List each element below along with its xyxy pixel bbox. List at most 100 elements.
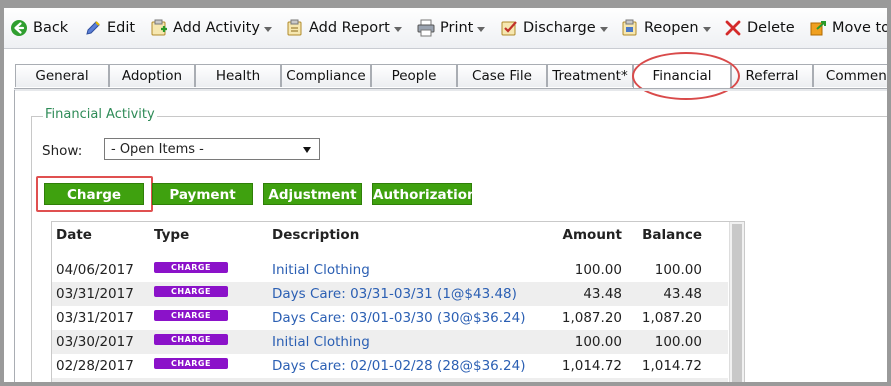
tab-referral[interactable]: Referral	[731, 64, 813, 87]
payment-button[interactable]: Payment	[152, 183, 253, 205]
table-row[interactable]: 03/31/2017 CHARGE Days Care: 03/31-03/31…	[52, 282, 728, 306]
cell-type: CHARGE	[154, 330, 234, 354]
back-label: Back	[33, 20, 69, 36]
cell-amount: 1,087.20	[561, 310, 622, 326]
toolbar: Back Edit Add Activity Add Report Print …	[4, 8, 887, 49]
discharge-checklist-icon	[500, 19, 518, 37]
delete-button[interactable]: Delete	[724, 17, 795, 39]
cell-description-link[interactable]: Days Care: 03/31-03/31 (1@$43.48)	[272, 282, 517, 306]
charge-badge: CHARGE	[154, 334, 228, 345]
cell-balance: 1,014.72	[641, 358, 702, 374]
move-to-label: Move to	[832, 20, 887, 36]
print-label: Print	[440, 20, 474, 36]
cell-type: CHARGE	[154, 258, 234, 282]
cell-amount: 1,014.72	[561, 358, 622, 374]
edit-label: Edit	[107, 20, 136, 36]
tab-adoption[interactable]: Adoption	[109, 64, 195, 87]
cell-balance: 1,087.20	[641, 310, 702, 326]
table-scrollbar[interactable]	[729, 222, 744, 382]
financial-activity-legend: Financial Activity	[43, 107, 157, 122]
tab-case-file[interactable]: Case File	[457, 64, 547, 87]
discharge-label: Discharge	[523, 20, 596, 36]
move-to-icon	[809, 19, 827, 37]
cell-date: 03/31/2017	[56, 310, 134, 326]
scrollbar-thumb[interactable]	[732, 224, 742, 382]
cell-description-link[interactable]: Initial Clothing	[272, 258, 370, 282]
header-date[interactable]: Date	[56, 222, 92, 248]
charge-badge: CHARGE	[154, 286, 228, 297]
cell-type: CHARGE	[154, 378, 234, 382]
show-label: Show:	[42, 143, 83, 159]
edit-button[interactable]: Edit	[84, 17, 135, 39]
charge-button-highlight	[36, 176, 153, 212]
table-row[interactable]: CHARGE	[52, 378, 728, 382]
table-row[interactable]: 03/30/2017 CHARGE Initial Clothing 100.0…	[52, 330, 728, 354]
cell-type: CHARGE	[154, 354, 234, 378]
tab-general[interactable]: General	[15, 64, 109, 87]
adjustment-button[interactable]: Adjustment	[263, 183, 362, 205]
header-amount[interactable]: Amount	[552, 222, 622, 248]
header-description[interactable]: Description	[272, 222, 359, 248]
table-row[interactable]: 04/06/2017 CHARGE Initial Clothing 100.0…	[52, 258, 728, 282]
add-activity-label: Add Activity	[173, 20, 260, 36]
chevron-down-icon	[702, 27, 711, 32]
chevron-down-icon	[393, 27, 402, 32]
charge-badge: CHARGE	[154, 262, 228, 273]
cell-date: 02/28/2017	[56, 358, 134, 374]
show-filter-value: - Open Items -	[111, 142, 204, 157]
reopen-label: Reopen	[644, 20, 699, 36]
cell-description-link[interactable]: Days Care: 03/01-03/30 (30@$36.24)	[272, 306, 526, 330]
reopen-menu[interactable]: Reopen	[621, 17, 711, 39]
edit-pencil-icon	[84, 19, 102, 37]
financial-panel: Financial Activity Show: - Open Items - …	[14, 90, 887, 382]
header-balance[interactable]: Balance	[632, 222, 702, 248]
cell-date: 03/30/2017	[56, 334, 134, 350]
cell-balance: 43.48	[663, 286, 702, 302]
financial-table: Date Type Description Amount Balance 04/…	[51, 221, 745, 382]
delete-label: Delete	[747, 20, 795, 36]
discharge-menu[interactable]: Discharge	[500, 17, 608, 39]
cell-amount: 100.00	[574, 262, 622, 278]
chevron-down-icon	[599, 27, 608, 32]
tab-treatment[interactable]: Treatment*	[547, 64, 633, 87]
back-arrow-icon	[10, 19, 28, 37]
add-activity-menu[interactable]: Add Activity	[150, 17, 272, 39]
printer-icon	[417, 19, 435, 37]
header-type[interactable]: Type	[154, 222, 189, 248]
cell-balance: 100.00	[654, 334, 702, 350]
add-report-menu[interactable]: Add Report	[286, 17, 402, 39]
cell-description-link[interactable]: Initial Clothing	[272, 330, 370, 354]
cell-amount: 43.48	[583, 286, 622, 302]
cell-balance: 100.00	[654, 262, 702, 278]
move-to-button[interactable]: Move to	[809, 17, 887, 39]
application-window: Back Edit Add Activity Add Report Print …	[4, 8, 887, 382]
cell-type: CHARGE	[154, 282, 234, 306]
print-menu[interactable]: Print	[417, 17, 486, 39]
tab-bar: General Adoption Health Compliance Peopl…	[4, 64, 887, 89]
tab-comment[interactable]: Comment	[813, 64, 887, 87]
chevron-down-icon	[477, 27, 486, 32]
authorization-button[interactable]: Authorization	[372, 183, 477, 205]
charge-badge: CHARGE	[154, 310, 228, 321]
cell-description-link[interactable]: Days Care: 02/01-02/28 (28@$36.24)	[272, 354, 526, 378]
reopen-icon	[621, 19, 639, 37]
table-row[interactable]: 03/31/2017 CHARGE Days Care: 03/01-03/30…	[52, 306, 728, 330]
tab-people[interactable]: People	[371, 64, 457, 87]
cell-type: CHARGE	[154, 306, 234, 330]
table-header: Date Type Description Amount Balance	[52, 222, 728, 248]
tab-health[interactable]: Health	[195, 64, 281, 87]
chevron-down-icon	[263, 27, 272, 32]
add-report-icon	[286, 19, 304, 37]
cell-date: 03/31/2017	[56, 286, 134, 302]
dropdown-arrow-icon	[303, 147, 311, 153]
cell-amount: 100.00	[574, 334, 622, 350]
charge-badge: CHARGE	[154, 358, 228, 369]
show-filter-select[interactable]: - Open Items -	[104, 138, 320, 160]
cell-date: 04/06/2017	[56, 262, 134, 278]
back-button[interactable]: Back	[10, 17, 68, 39]
add-activity-icon	[150, 19, 168, 37]
add-report-label: Add Report	[309, 20, 390, 36]
delete-x-icon	[724, 19, 742, 37]
table-row[interactable]: 02/28/2017 CHARGE Days Care: 02/01-02/28…	[52, 354, 728, 378]
tab-compliance[interactable]: Compliance	[281, 64, 371, 87]
